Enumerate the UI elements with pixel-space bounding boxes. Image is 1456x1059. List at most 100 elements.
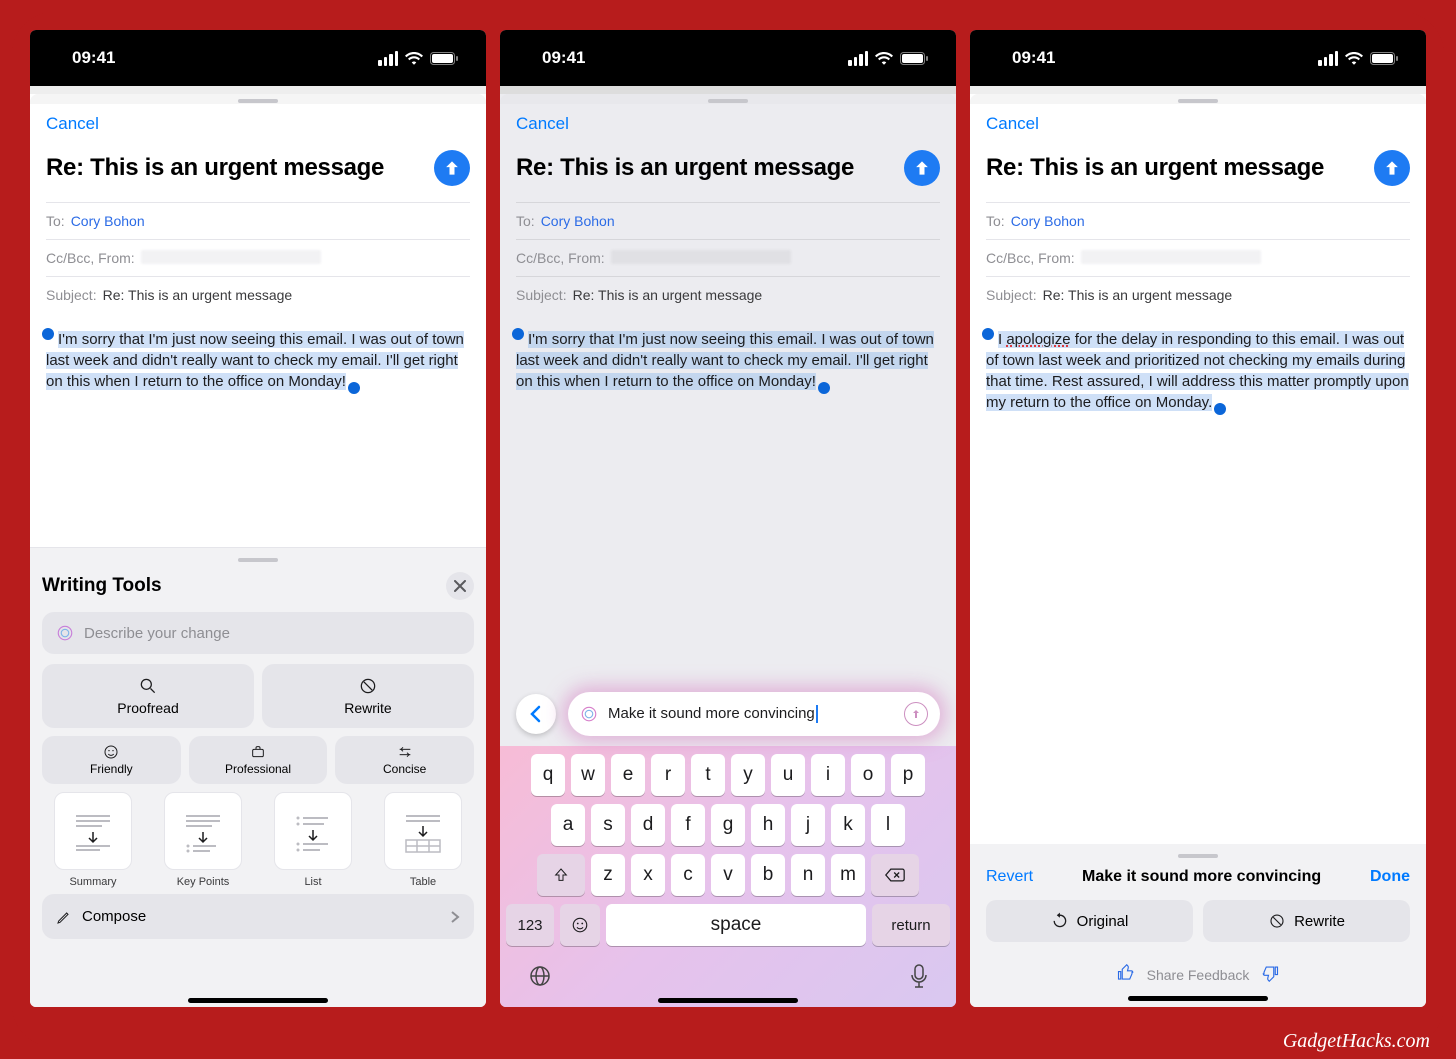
selection-handle-end[interactable] <box>1214 403 1226 415</box>
to-value[interactable]: Cory Bohon <box>71 213 145 229</box>
subject-field[interactable]: Subject:Re: This is an urgent message <box>516 276 940 313</box>
key-u[interactable]: u <box>771 754 805 796</box>
describe-placeholder: Describe your change <box>84 625 230 642</box>
chevron-left-icon <box>529 705 543 723</box>
email-body[interactable]: I apologize for the delay in responding … <box>986 329 1410 413</box>
to-field[interactable]: To: Cory Bohon <box>46 202 470 239</box>
key-o[interactable]: o <box>851 754 885 796</box>
numbers-key[interactable]: 123 <box>506 904 554 946</box>
key-i[interactable]: i <box>811 754 845 796</box>
backspace-key[interactable] <box>871 854 919 896</box>
selection-handle-end[interactable] <box>818 382 830 394</box>
key-w[interactable]: w <box>571 754 605 796</box>
keyboard-area: Make it sound more convincing qwertyuiop… <box>500 692 956 1007</box>
key-t[interactable]: t <box>691 754 725 796</box>
cancel-button[interactable]: Cancel <box>516 114 569 134</box>
ccbcc-field[interactable]: Cc/Bcc, From: <box>516 239 940 276</box>
globe-key[interactable] <box>528 964 552 993</box>
key-f[interactable]: f <box>671 804 705 846</box>
cancel-button[interactable]: Cancel <box>46 114 99 134</box>
feedback-label[interactable]: Share Feedback <box>1147 967 1250 983</box>
home-indicator[interactable] <box>188 998 328 1003</box>
prompt-input[interactable]: Make it sound more convincing <box>568 692 940 736</box>
key-h[interactable]: h <box>751 804 785 846</box>
feedback-row: Share Feedback <box>986 964 1410 985</box>
key-m[interactable]: m <box>831 854 865 896</box>
key-d[interactable]: d <box>631 804 665 846</box>
home-indicator[interactable] <box>658 998 798 1003</box>
shift-key[interactable] <box>537 854 585 896</box>
original-button[interactable]: Original <box>986 900 1193 942</box>
thumbs-up-button[interactable] <box>1117 964 1135 985</box>
key-z[interactable]: z <box>591 854 625 896</box>
list-button[interactable]: List <box>264 792 362 888</box>
friendly-button[interactable]: Friendly <box>42 736 181 784</box>
key-l[interactable]: l <box>871 804 905 846</box>
spelling-underline[interactable]: apologize <box>1006 331 1070 348</box>
key-q[interactable]: q <box>531 754 565 796</box>
status-bar: 09:41 <box>30 30 486 86</box>
selection-handle-end[interactable] <box>348 382 360 394</box>
emoji-key[interactable] <box>560 904 600 946</box>
proofread-button[interactable]: Proofread <box>42 664 254 728</box>
rewrite-again-button[interactable]: Rewrite <box>1203 900 1410 942</box>
professional-button[interactable]: Professional <box>189 736 328 784</box>
describe-change-input[interactable]: Describe your change <box>42 612 474 654</box>
send-button[interactable] <box>904 150 940 186</box>
sheet-grabber[interactable] <box>970 94 1426 104</box>
key-e[interactable]: e <box>611 754 645 796</box>
summary-button[interactable]: Summary <box>44 792 142 888</box>
table-button[interactable]: Table <box>374 792 472 888</box>
key-k[interactable]: k <box>831 804 865 846</box>
status-time: 09:41 <box>1012 48 1055 68</box>
selection-handle-start[interactable] <box>512 328 524 340</box>
body-selection[interactable]: I'm sorry that I'm just now seeing this … <box>46 331 464 390</box>
body-selection[interactable]: I'm sorry that I'm just now seeing this … <box>516 331 934 390</box>
done-button[interactable]: Done <box>1370 868 1410 886</box>
key-r[interactable]: r <box>651 754 685 796</box>
send-button[interactable] <box>434 150 470 186</box>
key-v[interactable]: v <box>711 854 745 896</box>
selection-handle-start[interactable] <box>42 328 54 340</box>
dictation-key[interactable] <box>910 964 928 993</box>
to-field[interactable]: To:Cory Bohon <box>986 202 1410 239</box>
to-field[interactable]: To:Cory Bohon <box>516 202 940 239</box>
close-button[interactable] <box>446 572 474 600</box>
panel-grabber[interactable] <box>1178 854 1218 858</box>
subject-field[interactable]: Subject: Re: This is an urgent message <box>46 276 470 313</box>
back-button[interactable] <box>516 694 556 734</box>
submit-prompt-button[interactable] <box>904 702 928 726</box>
key-p[interactable]: p <box>891 754 925 796</box>
key-s[interactable]: s <box>591 804 625 846</box>
panel-grabber[interactable] <box>238 558 278 562</box>
concise-button[interactable]: Concise <box>335 736 474 784</box>
ccbcc-field[interactable]: Cc/Bcc, From: <box>46 239 470 276</box>
cancel-button[interactable]: Cancel <box>986 114 1039 134</box>
key-n[interactable]: n <box>791 854 825 896</box>
key-g[interactable]: g <box>711 804 745 846</box>
subject-field[interactable]: Subject:Re: This is an urgent message <box>986 276 1410 313</box>
key-a[interactable]: a <box>551 804 585 846</box>
body-selection[interactable]: I apologize for the delay in responding … <box>986 331 1409 411</box>
rewrite-button[interactable]: Rewrite <box>262 664 474 728</box>
keypoints-button[interactable]: Key Points <box>154 792 252 888</box>
revert-button[interactable]: Revert <box>986 868 1033 886</box>
thumbs-down-button[interactable] <box>1261 964 1279 985</box>
email-body[interactable]: I'm sorry that I'm just now seeing this … <box>516 329 940 392</box>
key-b[interactable]: b <box>751 854 785 896</box>
selection-handle-start[interactable] <box>982 328 994 340</box>
return-key[interactable]: return <box>872 904 950 946</box>
signal-icon <box>378 51 398 66</box>
ccbcc-field[interactable]: Cc/Bcc, From: <box>986 239 1410 276</box>
compose-button[interactable]: Compose <box>42 894 474 939</box>
key-c[interactable]: c <box>671 854 705 896</box>
sheet-grabber[interactable] <box>500 94 956 104</box>
key-j[interactable]: j <box>791 804 825 846</box>
space-key[interactable]: space <box>606 904 866 946</box>
email-body[interactable]: I'm sorry that I'm just now seeing this … <box>46 329 470 392</box>
send-button[interactable] <box>1374 150 1410 186</box>
key-y[interactable]: y <box>731 754 765 796</box>
home-indicator[interactable] <box>1128 996 1268 1001</box>
sheet-grabber[interactable] <box>30 94 486 104</box>
key-x[interactable]: x <box>631 854 665 896</box>
